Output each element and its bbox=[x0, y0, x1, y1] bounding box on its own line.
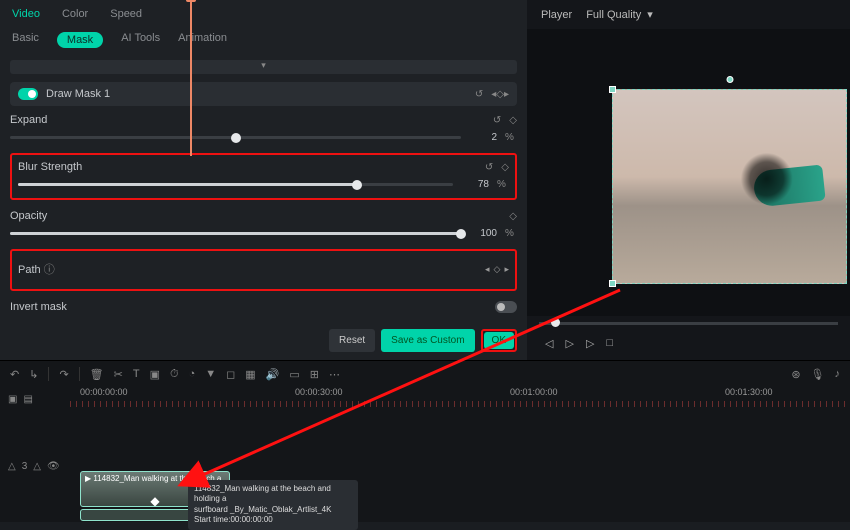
resize-handle[interactable] bbox=[609, 280, 616, 287]
resize-handle[interactable] bbox=[609, 86, 616, 93]
path-row: Path ⓘ ◂ ◇ ▸ bbox=[10, 249, 517, 291]
keyframe-tool-icon[interactable]: ▼ bbox=[205, 368, 216, 380]
next-frame-icon[interactable]: ▷ bbox=[586, 337, 594, 350]
hide-icon[interactable]: 👁 bbox=[47, 461, 60, 472]
cut-icon[interactable]: ✂ bbox=[114, 368, 123, 381]
opacity-slider[interactable] bbox=[10, 232, 461, 235]
keyframe-icon[interactable]: ◇ bbox=[494, 264, 501, 275]
tab-video[interactable]: Video bbox=[12, 8, 40, 20]
audio-icon[interactable]: 🔊 bbox=[266, 368, 280, 381]
timeline-panel: ↶ ↳ ↷ 🗑 ✂ T ▣ ⏱ ◔ ▼ ◻ ▦ 🔊 ▭ ⊞ ⋯ ⊛ 🎙 ♪ ▣ … bbox=[0, 360, 850, 522]
color-icon[interactable]: ◔ bbox=[189, 368, 196, 380]
collapse-tracks-icon[interactable]: ▤ bbox=[23, 394, 32, 405]
mix-icon[interactable]: ⊛ bbox=[791, 368, 800, 381]
reset-icon[interactable]: ↺ bbox=[493, 115, 501, 126]
tab-speed[interactable]: Speed bbox=[110, 8, 142, 20]
timeline-tracks[interactable]: ▶ 114832_Man walking at the beach a ◆ bbox=[70, 411, 850, 521]
delete-icon[interactable]: 🗑 bbox=[90, 368, 104, 381]
prev-frame-icon[interactable]: ◁ bbox=[545, 337, 553, 350]
expand-tracks-icon[interactable]: ▣ bbox=[8, 394, 17, 405]
expand-row: Expand ↺ ◇ 2 % bbox=[10, 114, 517, 143]
group-icon[interactable]: ⊞ bbox=[310, 368, 319, 381]
opacity-row: Opacity ◇ 100 % bbox=[10, 210, 517, 239]
opacity-value[interactable]: 100 bbox=[469, 228, 497, 239]
rotate-handle[interactable] bbox=[726, 76, 733, 83]
expand-label: Expand bbox=[10, 114, 47, 126]
mute-icon[interactable]: △ bbox=[33, 461, 41, 472]
mask-name: Draw Mask 1 bbox=[46, 88, 110, 100]
play-icon[interactable]: ▷ bbox=[565, 337, 573, 350]
subtab-mask[interactable]: Mask bbox=[57, 32, 103, 48]
timeline-ruler[interactable]: 00:00:00:00 00:00:30:00 00:01:00:00 00:0… bbox=[70, 387, 850, 411]
path-label: Path ⓘ bbox=[18, 261, 55, 277]
bottom-buttons: Reset Save as Custom OK bbox=[0, 321, 527, 360]
reset-button[interactable]: Reset bbox=[329, 329, 375, 352]
chevron-down-icon: ▾ bbox=[647, 8, 653, 21]
invert-label: Invert mask bbox=[10, 301, 67, 313]
keyframe-icon[interactable]: ◇ bbox=[509, 211, 517, 222]
keyframe-icon[interactable]: ◇ bbox=[509, 115, 517, 126]
more-icon[interactable]: ⋯ bbox=[329, 368, 340, 381]
mask-enable-toggle[interactable] bbox=[18, 88, 38, 100]
reset-icon[interactable]: ↺ bbox=[475, 89, 483, 100]
sub-tabs: Basic Mask AI Tools Animation bbox=[0, 26, 527, 56]
invert-toggle[interactable] bbox=[495, 301, 517, 313]
blur-label: Blur Strength bbox=[18, 161, 82, 173]
keyframe-prev-icon[interactable]: ◂ bbox=[485, 264, 490, 275]
track-icon[interactable]: ▦ bbox=[245, 368, 255, 381]
player-title: Player bbox=[541, 9, 572, 21]
preview-viewport[interactable] bbox=[527, 29, 850, 316]
undo-icon[interactable]: ↶ bbox=[10, 368, 19, 381]
audio-mix-icon[interactable]: ♪ bbox=[835, 368, 841, 381]
mask-header[interactable]: Draw Mask 1 ↺ ◂◇▸ bbox=[10, 82, 517, 106]
top-tabs: Video Color Speed bbox=[0, 0, 527, 26]
blur-value[interactable]: 78 bbox=[461, 179, 489, 190]
crop-icon[interactable]: ▣ bbox=[150, 368, 160, 381]
stop-icon[interactable]: □ bbox=[606, 337, 613, 350]
opacity-label: Opacity bbox=[10, 210, 47, 222]
reset-icon[interactable]: ↺ bbox=[485, 162, 493, 173]
speed-icon[interactable]: ⏱ bbox=[170, 368, 179, 381]
blur-slider[interactable] bbox=[18, 183, 453, 186]
track-count: 3 bbox=[22, 461, 28, 472]
mark-icon[interactable]: ◻ bbox=[226, 368, 235, 381]
quality-dropdown[interactable]: Full Quality ▾ bbox=[586, 8, 653, 21]
tab-color[interactable]: Color bbox=[62, 8, 88, 20]
mic-icon[interactable]: 🎙 bbox=[811, 368, 825, 381]
player-panel: Player Full Quality ▾ ◁ ▷ ▷ □ bbox=[527, 0, 850, 360]
render-icon[interactable]: ▭ bbox=[289, 368, 299, 381]
subtab-animation[interactable]: Animation bbox=[178, 32, 227, 48]
subtab-aitools[interactable]: AI Tools bbox=[121, 32, 160, 48]
properties-panel: Video Color Speed Basic Mask AI Tools An… bbox=[0, 0, 527, 360]
collapsed-section[interactable] bbox=[10, 60, 517, 74]
keyframe-icon[interactable]: ◇ bbox=[501, 162, 509, 173]
preview-frame[interactable] bbox=[612, 89, 847, 284]
redo-icon[interactable]: ↷ bbox=[59, 368, 68, 381]
ok-button[interactable]: OK bbox=[484, 332, 514, 349]
timeline-toolbar: ↶ ↳ ↷ 🗑 ✂ T ▣ ⏱ ◔ ▼ ◻ ▦ 🔊 ▭ ⊞ ⋯ ⊛ 🎙 ♪ bbox=[0, 361, 850, 387]
keyframe-nav-icon[interactable]: ◂◇▸ bbox=[491, 89, 509, 100]
save-as-custom-button[interactable]: Save as Custom bbox=[381, 329, 474, 352]
blur-strength-row: Blur Strength ↺ ◇ 78 % bbox=[10, 153, 517, 200]
playback-slider[interactable] bbox=[539, 322, 838, 325]
lock-icon[interactable]: △ bbox=[8, 461, 16, 472]
clip-tooltip: 114832_Man walking at the beach and hold… bbox=[188, 480, 358, 530]
subtab-basic[interactable]: Basic bbox=[12, 32, 39, 48]
expand-slider[interactable] bbox=[10, 136, 461, 139]
text-icon[interactable]: T bbox=[133, 368, 140, 380]
playhead[interactable] bbox=[190, 0, 192, 156]
invert-mask-row: Invert mask bbox=[10, 301, 517, 313]
keyframe-next-icon[interactable]: ▸ bbox=[504, 264, 509, 275]
pointer-icon[interactable]: ↳ bbox=[29, 368, 38, 381]
expand-value[interactable]: 2 bbox=[469, 132, 497, 143]
